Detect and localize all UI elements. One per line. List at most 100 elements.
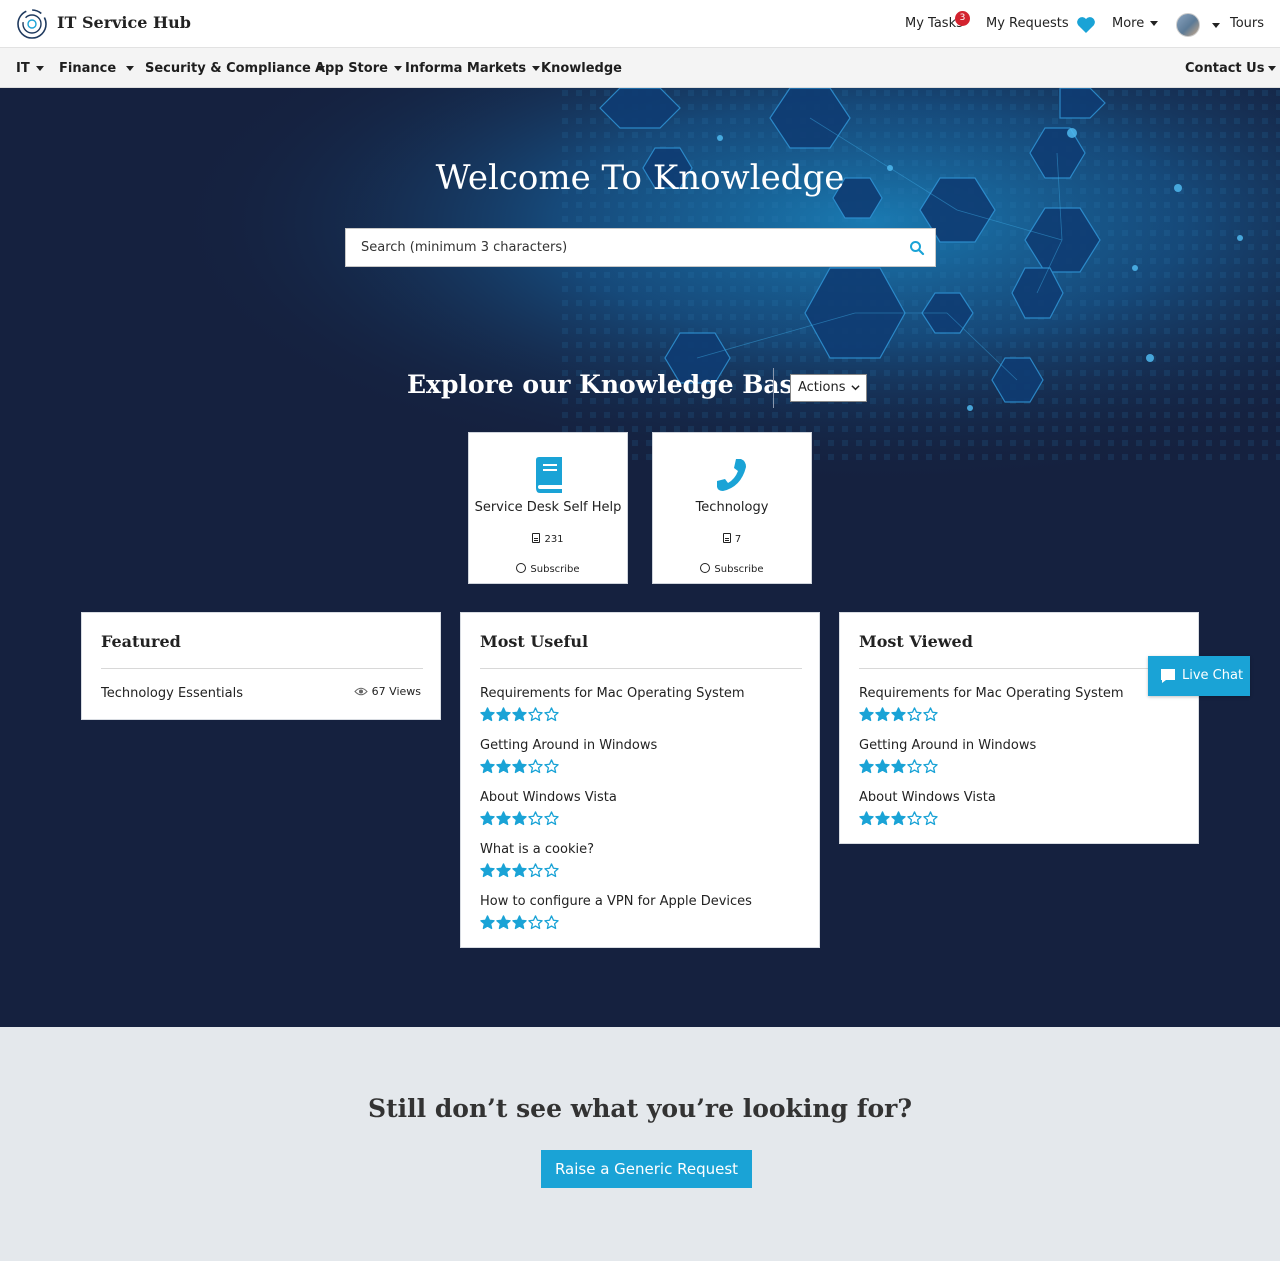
top-header: IT Service Hub My Tasks 3 My Requests Mo… — [0, 0, 1280, 48]
kb-card-technology[interactable]: Technology 7 Subscribe — [652, 432, 812, 584]
chat-bubble-icon — [1161, 669, 1175, 683]
star-rating — [859, 707, 938, 722]
kb-subscribe[interactable]: Subscribe — [653, 563, 811, 575]
eye-icon — [353, 687, 368, 696]
kb-title: Technology — [695, 500, 769, 515]
star-empty-icon — [528, 759, 543, 774]
nav-label: Informa Markets — [405, 61, 527, 76]
star-filled-icon — [480, 759, 495, 774]
star-rating — [480, 915, 559, 930]
star-filled-icon — [480, 811, 495, 826]
search-icon[interactable] — [909, 240, 925, 256]
star-filled-icon — [891, 759, 906, 774]
kb-article-count: 7 — [653, 533, 811, 545]
star-empty-icon — [544, 707, 559, 722]
live-chat-label: Live Chat — [1182, 668, 1244, 683]
nav-item-app-store[interactable]: App Store — [315, 61, 402, 76]
article-link[interactable]: Requirements for Mac Operating System — [859, 686, 1124, 701]
nav-label: Contact Us — [1185, 61, 1265, 76]
user-avatar[interactable] — [1176, 13, 1200, 37]
actions-dropdown[interactable]: Actions — [790, 374, 867, 402]
featured-item[interactable]: Technology Essentials — [101, 686, 243, 701]
search-input[interactable] — [346, 229, 896, 266]
favorites-heart-icon[interactable] — [1076, 16, 1096, 34]
article-link[interactable]: How to configure a VPN for Apple Devices — [480, 894, 752, 909]
article-link[interactable]: About Windows Vista — [480, 790, 617, 805]
star-empty-icon — [907, 759, 922, 774]
nav-item-knowledge[interactable]: Knowledge — [541, 61, 622, 76]
star-rating — [859, 811, 938, 826]
featured-panel: Featured Technology Essentials 67 Views — [81, 612, 441, 720]
star-empty-icon — [528, 863, 543, 878]
star-filled-icon — [891, 707, 906, 722]
panel-divider — [101, 668, 423, 669]
star-empty-icon — [907, 811, 922, 826]
star-empty-icon — [544, 863, 559, 878]
star-filled-icon — [512, 863, 527, 878]
article-link[interactable]: What is a cookie? — [480, 842, 594, 857]
phone-icon — [717, 459, 746, 491]
chevron-down-icon — [35, 66, 44, 71]
kb-subscribe-label: Subscribe — [530, 564, 580, 575]
more-label: More — [1112, 16, 1145, 31]
panel-title: Most Useful — [480, 632, 589, 651]
article-link[interactable]: Getting Around in Windows — [480, 738, 657, 753]
panel-title: Most Viewed — [859, 632, 973, 651]
kb-subscribe[interactable]: Subscribe — [469, 563, 627, 575]
explore-divider — [773, 368, 774, 408]
nav-item-finance[interactable]: Finance — [59, 61, 135, 76]
star-filled-icon — [512, 811, 527, 826]
star-filled-icon — [875, 707, 890, 722]
kb-card-service-desk-self-help[interactable]: Service Desk Self Help 231 Subscribe — [468, 432, 628, 584]
nav-item-informa-markets[interactable]: Informa Markets — [405, 61, 541, 76]
kb-count-value: 7 — [734, 534, 742, 545]
brand-title[interactable]: IT Service Hub — [57, 13, 191, 32]
page-title: Welcome To Knowledge — [435, 158, 845, 198]
logo-icon[interactable] — [16, 8, 48, 40]
star-empty-icon — [923, 811, 938, 826]
live-chat-button[interactable]: Live Chat — [1148, 656, 1250, 696]
most-viewed-panel: Most Viewed Requirements for Mac Operati… — [839, 612, 1199, 844]
user-menu-chevron-icon[interactable] — [1212, 23, 1220, 28]
tours-link[interactable]: Tours — [1230, 16, 1264, 31]
star-filled-icon — [859, 759, 874, 774]
nav-label: Finance — [59, 61, 117, 76]
my-requests-link[interactable]: My Requests — [986, 16, 1069, 31]
star-filled-icon — [496, 915, 511, 930]
article-link[interactable]: Requirements for Mac Operating System — [480, 686, 745, 701]
actions-label: Actions — [798, 380, 846, 395]
chevron-down-icon — [851, 385, 860, 391]
chevron-down-icon — [126, 66, 135, 71]
kb-subscribe-label: Subscribe — [714, 564, 764, 575]
star-rating — [480, 811, 559, 826]
star-filled-icon — [496, 707, 511, 722]
star-filled-icon — [512, 759, 527, 774]
nav-item-contact-us[interactable]: Contact Us — [1185, 61, 1277, 76]
raise-generic-request-button[interactable]: Raise a Generic Request — [541, 1150, 752, 1188]
kb-title: Service Desk Self Help — [474, 500, 622, 515]
star-empty-icon — [907, 707, 922, 722]
star-filled-icon — [496, 811, 511, 826]
article-link[interactable]: Getting Around in Windows — [859, 738, 1036, 753]
kb-article-count: 231 — [469, 533, 627, 545]
star-filled-icon — [512, 707, 527, 722]
nav-item-it[interactable]: IT — [16, 61, 44, 76]
star-empty-icon — [528, 915, 543, 930]
panel-divider — [859, 668, 1181, 669]
chevron-down-icon — [532, 66, 541, 71]
nav-item-security-compliance[interactable]: Security & Compliance — [145, 61, 325, 76]
nav-label: Security & Compliance — [145, 61, 311, 76]
star-filled-icon — [859, 811, 874, 826]
article-link[interactable]: About Windows Vista — [859, 790, 996, 805]
star-rating — [480, 759, 559, 774]
more-menu[interactable]: More — [1112, 16, 1159, 31]
view-count-value: 67 Views — [371, 685, 421, 698]
nav-label: IT — [16, 61, 30, 76]
view-count: 67 Views — [353, 685, 421, 698]
explore-heading: Explore our Knowledge Bases — [407, 370, 824, 399]
chevron-down-icon — [1268, 66, 1277, 71]
kb-count-value: 231 — [544, 534, 564, 545]
star-filled-icon — [875, 811, 890, 826]
star-rating — [480, 707, 559, 722]
star-rating — [480, 863, 559, 878]
